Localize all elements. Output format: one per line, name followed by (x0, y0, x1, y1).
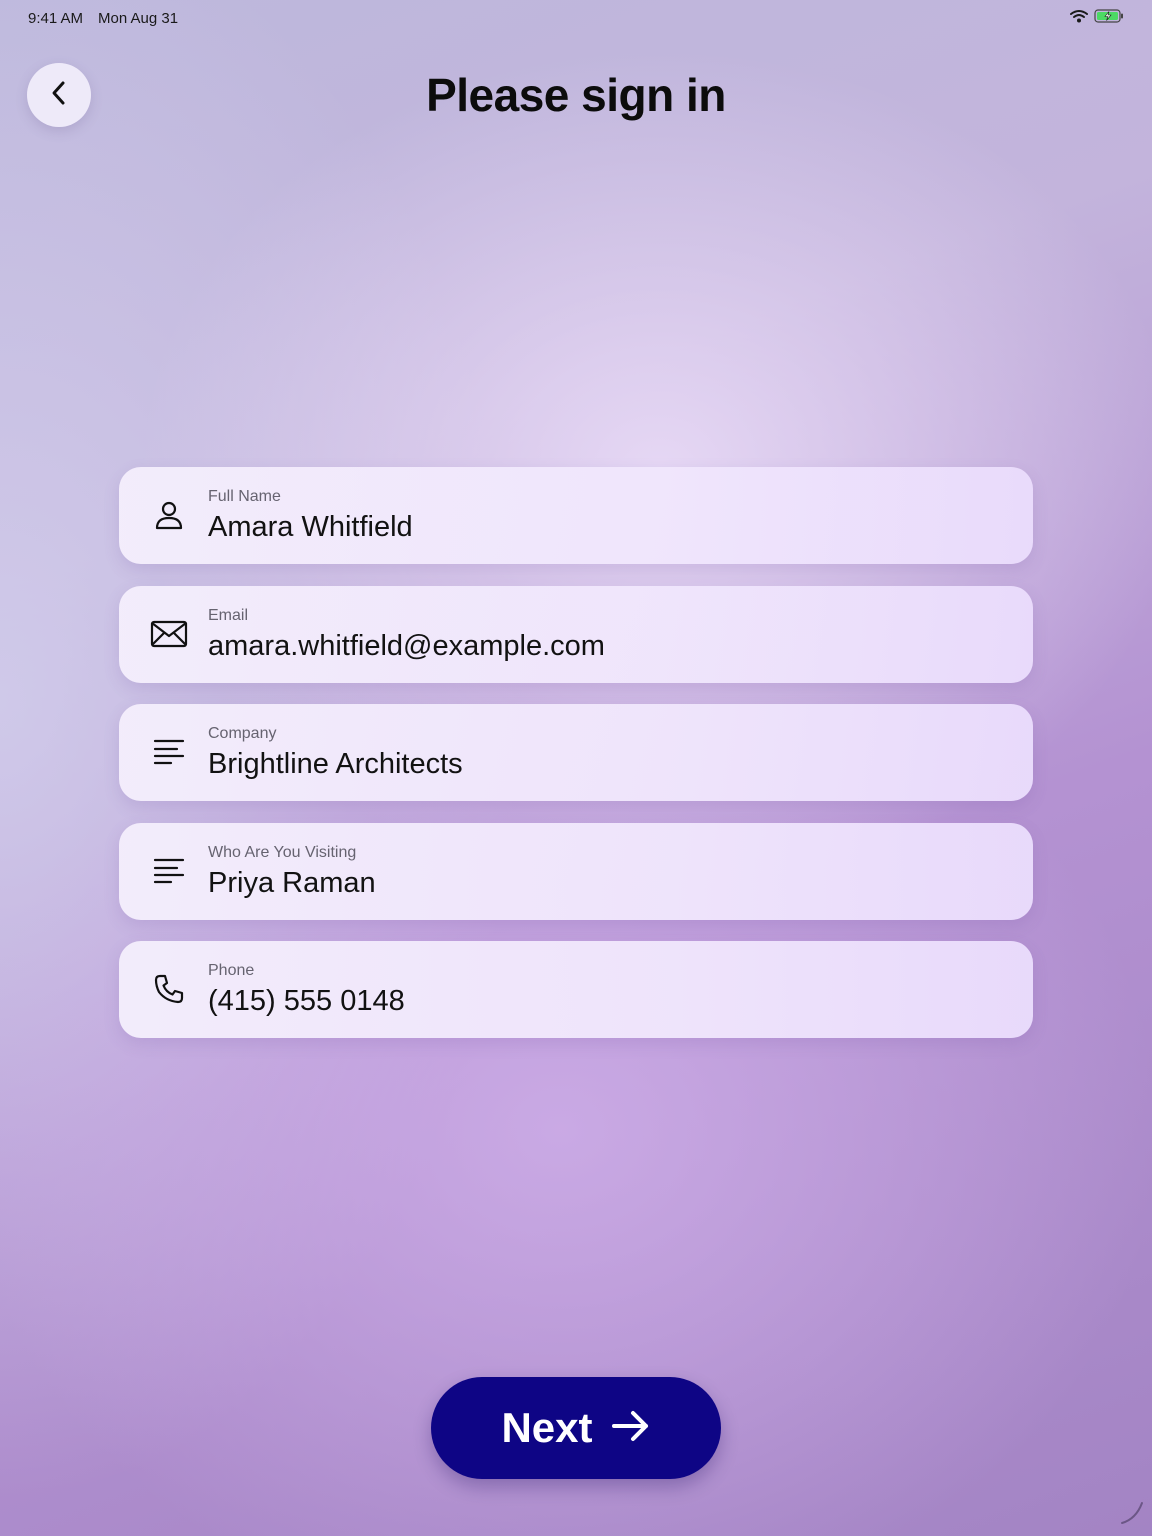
corner-indicator (1118, 1499, 1146, 1532)
visiting-label: Who Are You Visiting (208, 844, 357, 861)
status-bar: 9:41 AM Mon Aug 31 (0, 0, 1152, 36)
full-name-label: Full Name (208, 488, 281, 505)
status-time: 9:41 AM (28, 10, 84, 27)
next-button-label: Next (501, 1404, 593, 1451)
email-field[interactable]: Email amara.whitfield@example.com (119, 586, 1033, 683)
visiting-value: Priya Raman (208, 867, 376, 899)
arrow-right-icon (611, 1409, 651, 1448)
email-label: Email (208, 607, 249, 624)
next-button[interactable]: Next (431, 1377, 721, 1479)
company-label: Company (208, 725, 277, 742)
text-lines-icon (149, 732, 189, 772)
full-name-value: Amara Whitfield (208, 511, 413, 543)
phone-field[interactable]: Phone (415) 555 0148 (119, 941, 1033, 1038)
phone-label: Phone (208, 962, 255, 979)
visiting-field[interactable]: Who Are You Visiting Priya Raman (119, 823, 1033, 920)
envelope-icon (149, 614, 189, 654)
wifi-icon (1070, 9, 1088, 28)
page-title: Please sign in (426, 69, 726, 121)
email-value: amara.whitfield@example.com (208, 630, 605, 662)
battery-charging-icon (1094, 9, 1124, 28)
phone-value: (415) 555 0148 (208, 985, 405, 1017)
full-name-field[interactable]: Full Name Amara Whitfield (119, 467, 1033, 564)
status-date: Mon Aug 31 (98, 10, 179, 27)
company-value: Brightline Architects (208, 748, 463, 780)
person-icon (149, 495, 189, 535)
company-field[interactable]: Company Brightline Architects (119, 704, 1033, 801)
text-lines-icon (149, 851, 189, 891)
status-icons (1070, 9, 1124, 28)
phone-icon (149, 969, 189, 1009)
